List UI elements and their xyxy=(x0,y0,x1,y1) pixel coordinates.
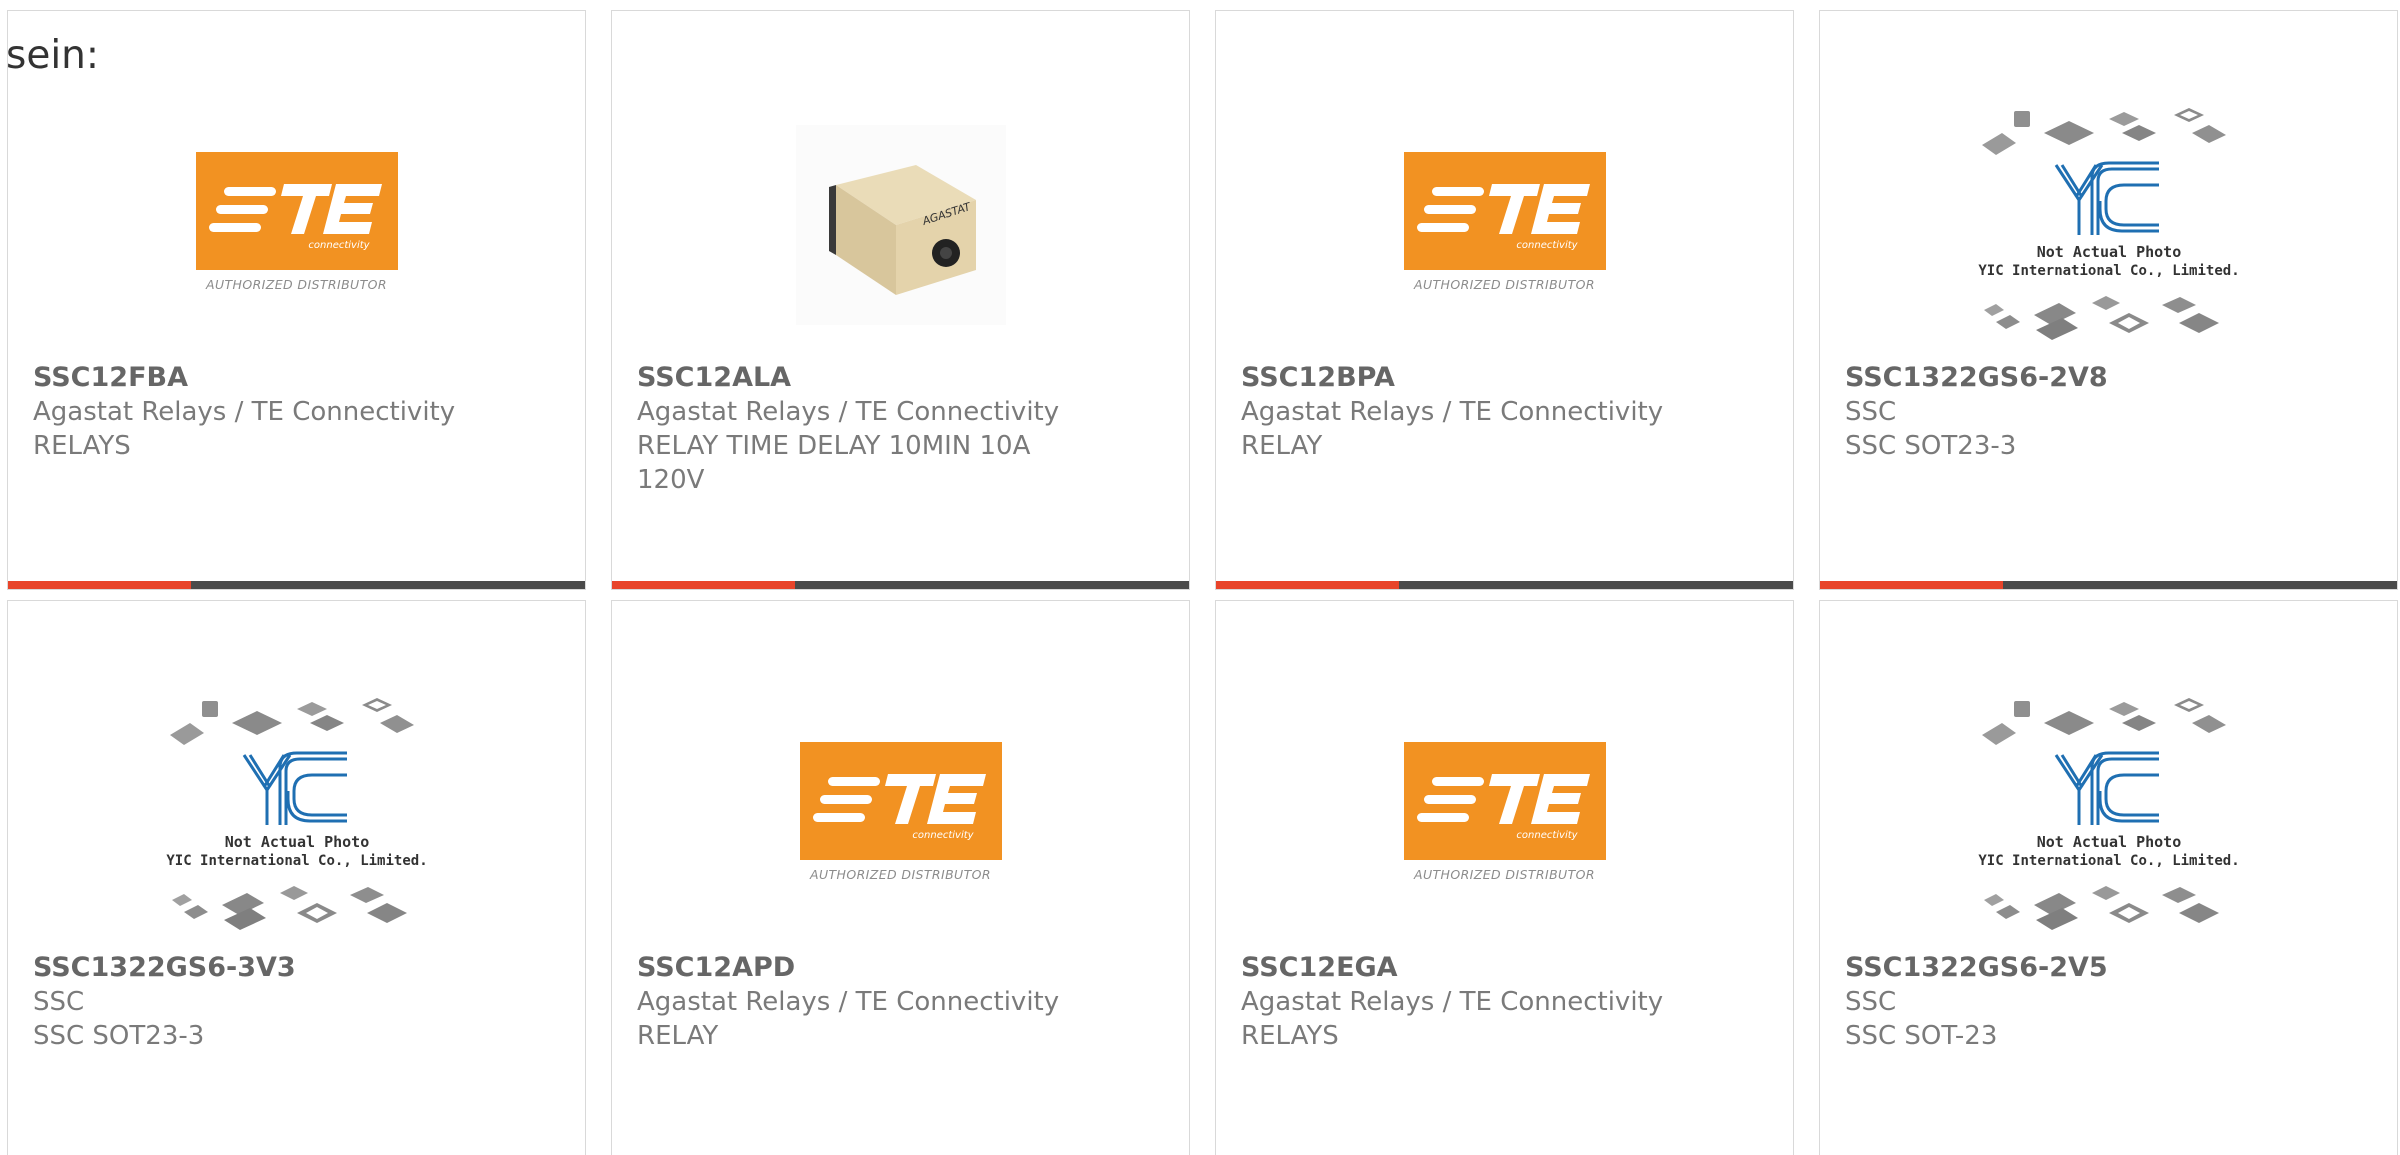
description: RELAYS xyxy=(1241,1021,1339,1051)
description: RELAY xyxy=(637,1021,719,1051)
product-text: SSC12BPA Agastat Relays / TE Connectivity… xyxy=(1241,361,1671,463)
te-logo-box: connectivity xyxy=(195,152,398,270)
svg-text:connectivity: connectivity xyxy=(1516,240,1578,251)
chip-icons-top xyxy=(1981,697,2226,745)
te-wordmark-icon: connectivity xyxy=(1403,152,1606,270)
te-logo-caption: AUTHORIZED DISTRIBUTOR xyxy=(206,277,387,292)
product-text: SSC12FBA Agastat Relays / TE Connectivity… xyxy=(33,361,463,463)
yic-caption-line1: Not Actual Photo xyxy=(2036,243,2181,261)
product-text: SSC12APD Agastat Relays / TE Connectivity… xyxy=(637,951,1067,1053)
card-bottom-bar xyxy=(612,581,1189,589)
intro-text: sein: xyxy=(6,33,100,78)
part-number-link[interactable]: SSC12APD xyxy=(637,951,1067,985)
te-connectivity-logo: connectivity AUTHORIZED DISTRIBUTOR xyxy=(1403,152,1606,297)
te-wordmark-icon: connectivity xyxy=(799,742,1002,860)
product-text: SSC1322GS6-2V8 SSC SSC SOT23-3 xyxy=(1845,361,2275,463)
product-card[interactable]: connectivity AUTHORIZED DISTRIBUTOR SSC1… xyxy=(7,10,586,590)
yic-caption-line1: Not Actual Photo xyxy=(2036,833,2181,851)
chip-icons-bottom xyxy=(1983,885,2219,930)
card-bottom-bar xyxy=(1820,581,2397,589)
part-number-link[interactable]: SSC12EGA xyxy=(1241,951,1671,985)
product-image[interactable]: connectivity AUTHORIZED DISTRIBUTOR xyxy=(612,687,1189,942)
product-image[interactable]: Not Actual Photo YIC International Co., … xyxy=(1820,687,2397,942)
part-number-link[interactable]: SSC1322GS6-2V8 xyxy=(1845,361,2275,395)
svg-text:connectivity: connectivity xyxy=(912,830,974,841)
product-image[interactable]: Not Actual Photo YIC International Co., … xyxy=(1820,97,2397,352)
product-text: SSC12EGA Agastat Relays / TE Connectivity… xyxy=(1241,951,1671,1053)
yic-not-actual-photo-image: Not Actual Photo YIC International Co., … xyxy=(1978,697,2239,930)
te-connectivity-logo: connectivity AUTHORIZED DISTRIBUTOR xyxy=(1403,742,1606,887)
chip-icons-top xyxy=(169,697,414,745)
te-logo-box: connectivity xyxy=(1403,152,1606,270)
relay-product-photo: AGASTAT xyxy=(795,124,1006,325)
product-image[interactable]: Not Actual Photo YIC International Co., … xyxy=(8,687,585,942)
product-card[interactable]: Not Actual Photo YIC International Co., … xyxy=(1819,10,2398,590)
product-card[interactable]: connectivity AUTHORIZED DISTRIBUTOR SSC1… xyxy=(611,600,1190,1155)
manufacturer: Agastat Relays / TE Connectivity xyxy=(33,397,456,427)
description: RELAY xyxy=(1241,431,1323,461)
manufacturer: SSC xyxy=(33,987,85,1017)
manufacturer: Agastat Relays / TE Connectivity xyxy=(637,397,1060,427)
svg-text:connectivity: connectivity xyxy=(1516,830,1578,841)
manufacturer: Agastat Relays / TE Connectivity xyxy=(1241,987,1664,1017)
chip-icons-top xyxy=(1981,107,2226,155)
product-card[interactable]: Not Actual Photo YIC International Co., … xyxy=(1819,600,2398,1155)
chip-icons-bottom xyxy=(1983,295,2219,340)
card-bottom-bar xyxy=(8,581,585,589)
part-number-link[interactable]: SSC12FBA xyxy=(33,361,463,395)
part-number-link[interactable]: SSC1322GS6-2V5 xyxy=(1845,951,2275,985)
te-connectivity-logo: connectivity AUTHORIZED DISTRIBUTOR xyxy=(195,152,398,297)
product-text: SSC1322GS6-3V3 SSC SSC SOT23-3 xyxy=(33,951,463,1053)
te-logo-caption: AUTHORIZED DISTRIBUTOR xyxy=(810,867,991,882)
yic-caption-line2: YIC International Co., Limited. xyxy=(1978,263,2239,279)
manufacturer: SSC xyxy=(1845,987,1897,1017)
product-text: SSC12ALA Agastat Relays / TE Connectivity… xyxy=(637,361,1067,497)
svg-text:connectivity: connectivity xyxy=(308,240,370,251)
card-accent-bar xyxy=(612,581,795,589)
card-accent-bar xyxy=(1216,581,1399,589)
product-image[interactable]: connectivity AUTHORIZED DISTRIBUTOR xyxy=(8,97,585,352)
te-connectivity-logo: connectivity AUTHORIZED DISTRIBUTOR xyxy=(799,742,1002,887)
yic-logo-icon xyxy=(2054,161,2159,235)
product-card[interactable]: connectivity AUTHORIZED DISTRIBUTOR SSC1… xyxy=(1215,10,1794,590)
manufacturer: SSC xyxy=(1845,397,1897,427)
yic-not-actual-photo-image: Not Actual Photo YIC International Co., … xyxy=(1978,107,2239,340)
yic-logo-icon xyxy=(2054,751,2159,825)
product-image[interactable]: connectivity AUTHORIZED DISTRIBUTOR xyxy=(1216,687,1793,942)
te-logo-box: connectivity xyxy=(1403,742,1606,860)
yic-caption-line2: YIC International Co., Limited. xyxy=(166,853,427,869)
product-text: SSC1322GS6-2V5 SSC SSC SOT-23 xyxy=(1845,951,2275,1053)
yic-not-actual-photo-image: Not Actual Photo YIC International Co., … xyxy=(166,697,427,930)
product-card[interactable]: connectivity AUTHORIZED DISTRIBUTOR SSC1… xyxy=(1215,600,1794,1155)
description: SSC SOT23-3 xyxy=(1845,431,2017,461)
card-accent-bar xyxy=(1820,581,2003,589)
te-logo-caption: AUTHORIZED DISTRIBUTOR xyxy=(1414,867,1595,882)
te-logo-caption: AUTHORIZED DISTRIBUTOR xyxy=(1414,277,1595,292)
description: RELAY TIME DELAY 10MIN 10A 120V xyxy=(637,431,1031,495)
part-number-link[interactable]: SSC12ALA xyxy=(637,361,1067,395)
card-accent-bar xyxy=(8,581,191,589)
description: RELAYS xyxy=(33,431,131,461)
product-grid-page: sein: connectivity AUTHORIZED DISTRIBUTO… xyxy=(0,0,2400,1155)
chip-icons-bottom xyxy=(171,885,407,930)
te-wordmark-icon: connectivity xyxy=(1403,742,1606,860)
card-bottom-bar xyxy=(1216,581,1793,589)
product-card[interactable]: AGASTAT SSC12ALA Agastat Relays / TE Conn… xyxy=(611,10,1190,590)
product-image[interactable]: connectivity AUTHORIZED DISTRIBUTOR xyxy=(1216,97,1793,352)
part-number-link[interactable]: SSC1322GS6-3V3 xyxy=(33,951,463,985)
product-card[interactable]: Not Actual Photo YIC International Co., … xyxy=(7,600,586,1155)
yic-caption-line1: Not Actual Photo xyxy=(224,833,369,851)
product-image[interactable]: AGASTAT xyxy=(612,97,1189,352)
yic-logo-icon xyxy=(242,751,347,825)
part-number-link[interactable]: SSC12BPA xyxy=(1241,361,1671,395)
manufacturer: Agastat Relays / TE Connectivity xyxy=(1241,397,1664,427)
description: SSC SOT-23 xyxy=(1845,1021,1998,1051)
yic-caption-line2: YIC International Co., Limited. xyxy=(1978,853,2239,869)
te-logo-box: connectivity xyxy=(799,742,1002,860)
description: SSC SOT23-3 xyxy=(33,1021,205,1051)
te-wordmark-icon: connectivity xyxy=(195,152,398,270)
manufacturer: Agastat Relays / TE Connectivity xyxy=(637,987,1060,1017)
